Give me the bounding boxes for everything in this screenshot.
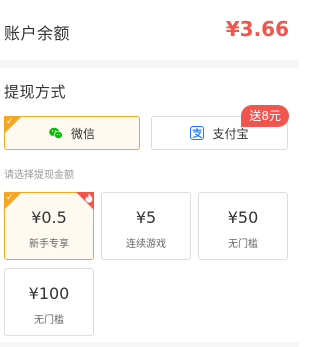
withdraw-method-title: 提现方式: [4, 83, 67, 101]
amount-subtitle: 连续游戏: [126, 239, 166, 250]
amount-option-100[interactable]: ¥100 无门槛: [4, 268, 94, 336]
wechat-icon: [49, 126, 63, 140]
alipay-icon: [190, 126, 205, 140]
amount-hint: 请选择提现金额: [4, 170, 74, 181]
amount-value: ¥50: [227, 208, 259, 227]
balance-value: ¥3.66: [225, 17, 289, 41]
withdraw-page: 账户余额 ¥3.66 提现方式 ✓ 微信 支付宝 送8元 请选择提现金额 ✓ ¥…: [0, 0, 299, 347]
amount-subtitle: 无门槛: [228, 239, 258, 250]
amount-option-0-5[interactable]: ✓ ¥0.5 新手专享: [4, 192, 94, 260]
method-alipay-label: 支付宝: [212, 126, 249, 141]
amount-value: ¥0.5: [31, 208, 67, 227]
bonus-badge: 送8元: [241, 105, 289, 127]
amount-value: ¥5: [135, 208, 157, 227]
amount-subtitle: 新手专享: [29, 239, 69, 250]
balance-label: 账户余额: [4, 24, 71, 43]
method-wechat-label: 微信: [70, 126, 95, 141]
amount-option-50[interactable]: ¥50 无门槛: [198, 192, 288, 260]
amount-subtitle: 无门槛: [34, 315, 64, 326]
method-wechat-button[interactable]: ✓ 微信: [4, 116, 140, 150]
bottom-divider: [0, 342, 299, 347]
amount-value: ¥100: [28, 284, 70, 303]
selected-corner-check-icon: ✓: [4, 116, 22, 134]
withdraw-card: 提现方式 ✓ 微信 支付宝 送8元 请选择提现金额 ✓ ¥0.5 新手专享 ¥5…: [0, 68, 299, 347]
balance-card: 账户余额 ¥3.66: [0, 0, 299, 60]
amount-option-5[interactable]: ¥5 连续游戏: [101, 192, 191, 260]
